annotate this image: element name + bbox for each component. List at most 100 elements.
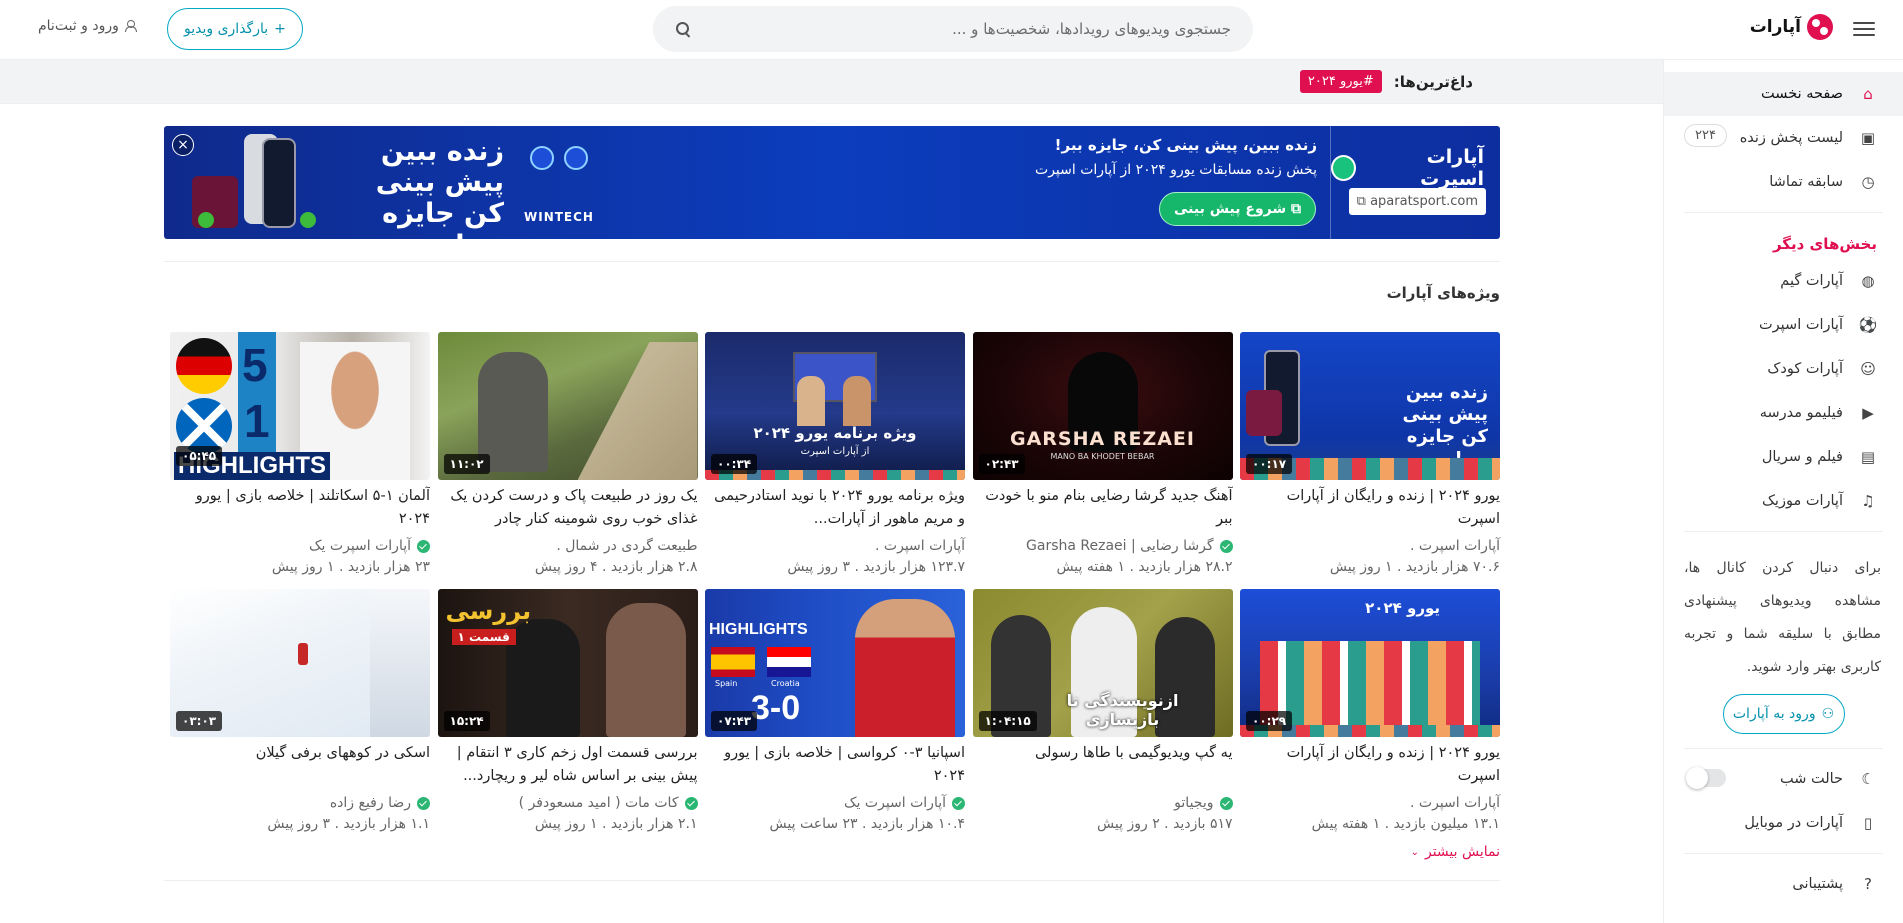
video-thumbnail[interactable]: ۰۳:۰۳ — [170, 589, 430, 737]
video-channel[interactable]: ویجیاتو — [973, 792, 1233, 814]
video-title[interactable]: یورو ۲۰۲۴ | زنده و رایگان از آپارات اسپر… — [1240, 485, 1500, 531]
score-label: 3-0 — [751, 689, 801, 727]
video-duration: ۱۱:۰۲ — [443, 454, 490, 474]
spain-flag-icon — [711, 647, 755, 677]
video-thumbnail[interactable]: GARSHA REZAEI MANO BA KHODET BEBAR ۰۲:۴۳ — [972, 332, 1233, 480]
aparat-logo[interactable]: آپارات — [1750, 14, 1833, 40]
video-channel[interactable]: آپارات اسپرت یک — [170, 535, 430, 557]
video-duration: ۰۷:۴۳ — [711, 711, 758, 731]
video-card[interactable]: زنده ببین پیش بینی کن جایزه ببر! ۰۰:۱۷ ی… — [1240, 332, 1500, 575]
video-thumbnail[interactable]: ازنویسندگی تا بازیسازی ۱:۰۴:۱۵ — [972, 589, 1233, 737]
video-channel[interactable]: آپارات اسپرت یک — [705, 792, 965, 814]
verified-icon — [952, 796, 965, 810]
search-input[interactable] — [701, 20, 1231, 38]
sidebar-item-kids[interactable]: ☺ آپارات کودک — [1664, 347, 1903, 391]
video-channel[interactable]: طبیعت گردی در شمال . — [438, 535, 697, 557]
start-prediction-button[interactable]: ⧉ شروع پیش بینی — [1159, 192, 1316, 226]
video-channel[interactable]: کات مات ( امید مسعودفر ) — [438, 792, 698, 814]
sponsor-text: WINTECH — [524, 210, 594, 224]
video-card[interactable]: ۰۳:۰۳ اسکی در کوههای برفی گیلان رضا رفیع… — [170, 589, 430, 832]
channel-name: آپارات اسپرت . — [1410, 538, 1500, 554]
video-card[interactable]: HIGHLIGHTS Spain Croatia 3-0 ۰۷:۴۳ اسپان… — [705, 589, 965, 832]
video-title[interactable]: بررسی قسمت اول زخم کاری ۳ انتقام | پیش ب… — [438, 742, 698, 788]
ball-icon — [300, 212, 316, 228]
search-icon[interactable] — [675, 21, 691, 37]
sidebar-item-home[interactable]: ⌂ صفحه نخست — [1664, 72, 1903, 116]
verified-icon — [417, 539, 430, 553]
trending-bar: داغ‌ترین‌ها: #یورو ۲۰۲۴ — [0, 60, 1663, 104]
video-thumbnail[interactable]: ویژه برنامه یورو ۲۰۲۴ از آپارات اسپرت ۰۰… — [705, 332, 965, 480]
sidebar-login-button[interactable]: ⚇ ورود به آپارات — [1722, 694, 1845, 734]
banner-brand-area: آپارات اسپرت ⧉ aparatsport.com — [1330, 126, 1500, 239]
sidebar-item-film[interactable]: ▤ فیلم و سریال — [1664, 435, 1903, 479]
trending-tag[interactable]: #یورو ۲۰۲۴ — [1299, 70, 1382, 93]
channel-name: آپارات اسپرت . — [1410, 795, 1500, 811]
video-card[interactable]: GARSHA REZAEI MANO BA KHODET BEBAR ۰۲:۴۳… — [972, 332, 1233, 575]
video-title[interactable]: آلمان ۱-۵ اسکاتلند | خلاصه بازی | یورو ۲… — [170, 485, 430, 531]
video-channel[interactable]: گرشا رضایی | Garsha Rezaei — [973, 535, 1233, 557]
user-icon: ⚇ — [1821, 706, 1835, 722]
video-thumbnail[interactable]: یورو ۲۰۲۴ ۰۰:۲۹ — [1240, 589, 1500, 737]
video-title[interactable]: اسپانیا ۳-۰ کرواسی | خلاصه بازی | یورو ۲… — [705, 742, 965, 788]
external-link-icon: ⧉ — [1286, 201, 1301, 217]
history-icon: ◷ — [1861, 173, 1875, 191]
live-list-icon: ▣ — [1860, 129, 1876, 147]
banner-big-text: زنده ببین پیش بینی کن جایزه ببر! — [375, 136, 504, 239]
sidebar-item-school[interactable]: ▶ فیلیمو مدرسه — [1664, 391, 1903, 435]
video-title[interactable]: آهنگ جدید گرشا رضایی بنام منو با خودت بب… — [973, 485, 1232, 531]
video-card[interactable]: یورو ۲۰۲۴ ۰۰:۲۹ یورو ۲۰۲۴ | زنده و رایگا… — [1240, 589, 1500, 832]
sidebar-item-live-playlist[interactable]: ▣ لیست پخش زنده ۲۲۴ — [1664, 116, 1903, 160]
site-url[interactable]: ⧉ aparatsport.com — [1348, 188, 1486, 215]
video-card[interactable]: ۱۱:۰۲ یک روز در طبیعت پاک و درست کردن یک… — [437, 332, 698, 575]
video-card[interactable]: ویژه برنامه یورو ۲۰۲۴ از آپارات اسپرت ۰۰… — [705, 332, 965, 575]
video-channel[interactable]: آپارات اسپرت . — [705, 535, 965, 557]
logo-text: آپارات — [1749, 17, 1801, 37]
sidebar-item-history[interactable]: ◷ سابقه تماشا — [1664, 160, 1903, 204]
video-meta: ۱۲۳.۷ هزار بازدید . ۳ روز پیش — [787, 559, 965, 575]
video-title[interactable]: یه گپ ویدیوگیمی با طاها رسولی — [973, 742, 1233, 788]
video-thumbnail[interactable]: 5 1 HIGHLIGHTS ۰۵:۴۵ — [170, 332, 430, 480]
video-card[interactable]: 5 1 HIGHLIGHTS ۰۵:۴۵ آلمان ۱-۵ اسکاتلند … — [170, 332, 430, 575]
mobile-icon: ▯ — [1863, 814, 1873, 832]
sidebar-item-music[interactable]: ♫ آپارات موزیک — [1664, 479, 1903, 523]
thumb-text: زنده ببین پیش بینی کن جایزه ببر! — [1402, 382, 1488, 469]
night-mode-toggle[interactable] — [1686, 767, 1726, 789]
url-text: aparatsport.com — [1370, 194, 1478, 209]
chevron-down-icon: ⌄ — [1410, 846, 1419, 858]
score-left: 5 — [242, 339, 268, 391]
login-register-link[interactable]: ورود و ثبت‌نام — [38, 18, 137, 34]
sidebar-item-support[interactable]: ? پشتیبانی — [1664, 862, 1903, 906]
video-card[interactable]: ازنویسندگی تا بازیسازی ۱:۰۴:۱۵ یه گپ وید… — [972, 589, 1233, 832]
video-channel[interactable]: آپارات اسپرت . — [1240, 535, 1500, 557]
video-card[interactable]: بررسی قسمت ۱ ۱۵:۲۴ بررسی قسمت اول زخم کا… — [437, 589, 698, 832]
video-channel[interactable]: آپارات اسپرت . — [1240, 792, 1500, 814]
hamburger-menu-icon[interactable] — [1853, 18, 1875, 40]
upload-video-button[interactable]: + بارگذاری ویدیو — [167, 8, 303, 50]
video-thumbnail[interactable]: بررسی قسمت ۱ ۱۵:۲۴ — [437, 589, 698, 737]
promo-banner[interactable]: × زنده ببین پیش بینی کن جایزه ببر! WINTE… — [164, 126, 1500, 239]
video-title[interactable]: یورو ۲۰۲۴ | زنده و رایگان از آپارات اسپر… — [1240, 742, 1500, 788]
sidebar-item-mobile[interactable]: ▯ آپارات در موبایل — [1664, 801, 1903, 845]
sidebar-item-sport[interactable]: ⚽ آپارات اسپرت — [1664, 303, 1903, 347]
sidebar-item-game[interactable]: ◍ آپارات گیم — [1664, 259, 1903, 303]
video-channel[interactable]: رضا رفیع زاده — [170, 792, 430, 814]
sidebar-item-label: حالت شب — [1779, 771, 1843, 787]
banner-subtitle: پخش زنده مسابقات یورو ۲۰۲۴ از آپارات اسپ… — [1035, 162, 1317, 178]
video-meta: ۱.۱ هزار بازدید . ۳ روز پیش — [267, 816, 430, 832]
video-title[interactable]: یک روز در طبیعت پاک و درست کردن یک غذای … — [438, 485, 697, 531]
euro-icon — [564, 146, 588, 170]
video-thumbnail[interactable]: HIGHLIGHTS Spain Croatia 3-0 ۰۷:۴۳ — [705, 589, 965, 737]
trending-label: داغ‌ترین‌ها: — [1393, 72, 1473, 91]
thumb-text: یورو ۲۰۲۴ — [1365, 599, 1440, 617]
video-meta: ۲.۱ هزار بازدید . ۱ روز پیش — [534, 816, 698, 832]
show-more-link[interactable]: نمایش بیشتر ⌄ — [164, 844, 1500, 860]
video-thumbnail[interactable]: زنده ببین پیش بینی کن جایزه ببر! ۰۰:۱۷ — [1240, 332, 1500, 480]
video-meta: ۲.۸ هزار بازدید . ۴ روز پیش — [534, 559, 698, 575]
video-meta: ۷۰.۶ هزار بازدید . ۱ روز پیش — [1329, 559, 1500, 575]
video-thumbnail[interactable]: ۱۱:۰۲ — [437, 332, 698, 480]
video-title[interactable]: اسکی در کوههای برفی گیلان — [170, 742, 430, 788]
video-title[interactable]: ویژه برنامه یورو ۲۰۲۴ با نوید استادرحیمی… — [705, 485, 965, 531]
phones-image — [184, 134, 324, 232]
search-bar[interactable] — [653, 6, 1253, 52]
sidebar-item-night-mode[interactable]: ☾ حالت شب — [1664, 757, 1903, 801]
